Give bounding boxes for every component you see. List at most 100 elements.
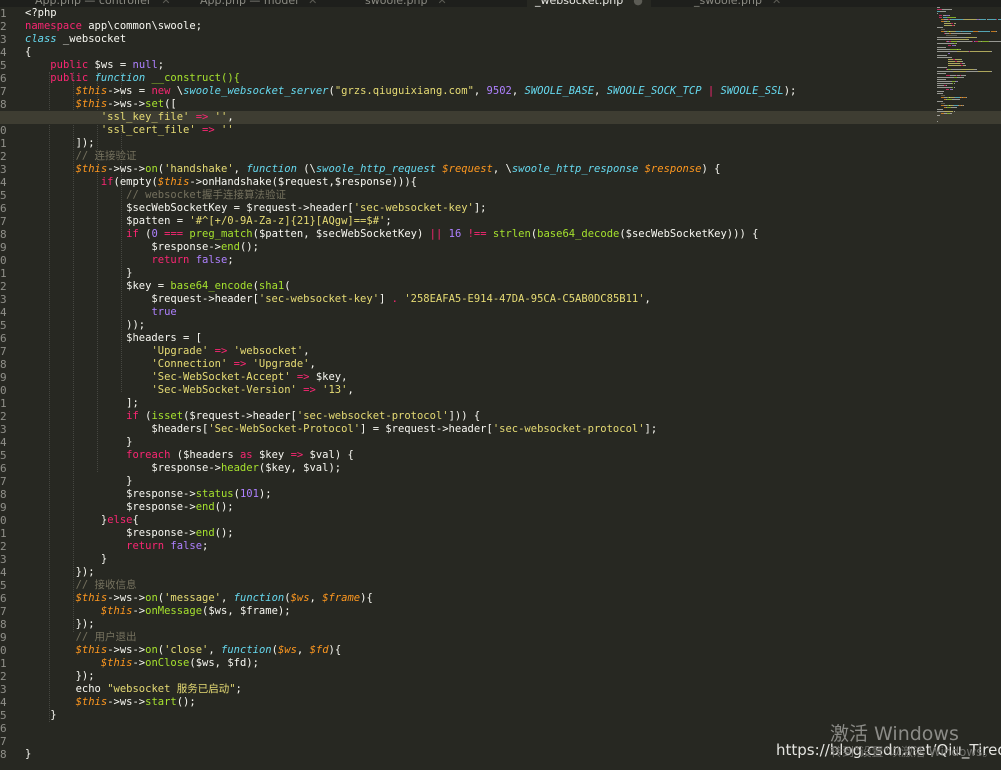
close-icon[interactable]: ✕: [437, 0, 446, 7]
minimap-mark: [937, 49, 950, 50]
line-number: 8: [0, 488, 7, 501]
line-number: 3: [0, 293, 7, 306]
code-line: return false;: [126, 540, 209, 552]
code-line: 'Sec-WebSocket-Accept' => $key,: [151, 371, 348, 383]
line-number: 7: [0, 85, 7, 98]
line-number: 7: [0, 735, 7, 748]
minimap-mark: [965, 65, 967, 66]
line-number: 0: [0, 644, 7, 657]
tab-0[interactable]: App.php — controller ✕: [35, 0, 171, 7]
code-line: 'ssl_cert_file' => '': [100, 124, 234, 136]
minimap-mark: [948, 53, 951, 54]
close-icon[interactable]: ✕: [161, 0, 170, 7]
tab-2[interactable]: swoole.php ✕: [365, 0, 447, 7]
tab-label: App.php — controller: [35, 0, 152, 7]
line-number: 0: [0, 384, 7, 397]
line-number: 8: [0, 98, 7, 111]
line-number: 7: [0, 215, 7, 228]
minimap-mark: [937, 83, 952, 84]
code-line: }: [25, 553, 108, 565]
minimap-mark: [939, 17, 943, 18]
minimap-mark: [957, 51, 968, 52]
code-line: ]);: [25, 137, 95, 149]
minimap-mark: [951, 33, 959, 34]
close-icon[interactable]: ✕: [772, 0, 781, 7]
minimap-mark: [952, 71, 967, 72]
minimap-mark: [954, 45, 956, 46]
minimap-mark: [941, 9, 953, 10]
code-line: // websocket握手连接算法验证: [126, 189, 287, 201]
minimap-mark: [953, 87, 956, 88]
line-number: 8: [0, 618, 7, 631]
code-line: }: [25, 436, 133, 448]
line-number: 6: [0, 722, 7, 735]
code-line: 'Sec-WebSocket-Version' => '13',: [151, 384, 354, 396]
code-line: }: [25, 748, 32, 760]
code-line: }else{: [25, 514, 139, 526]
line-number: 1: [0, 137, 7, 150]
minimap-mark: [937, 67, 947, 68]
minimap-mark: [987, 19, 996, 20]
tab-4[interactable]: _swoole.php ✕: [694, 0, 781, 7]
minimap-mark: [988, 41, 1001, 42]
code-line: if(empty($this->onHandshake($request,$re…: [100, 176, 417, 188]
minimap-mark: [937, 93, 944, 94]
code-line: // 接收信息: [75, 579, 137, 591]
minimap-mark: [981, 41, 989, 42]
minimap-mark: [948, 63, 961, 64]
tab-label: _websocket.php: [535, 0, 624, 7]
line-number: 5: [0, 709, 7, 722]
minimap-mark: [968, 39, 970, 40]
code-line: $patten = '#^[+/0-9A-Za-z]{21}[AQgw]==$#…: [25, 215, 392, 227]
minimap-mark: [950, 113, 952, 114]
minimap-mark: [973, 69, 977, 70]
close-icon[interactable]: ●: [633, 0, 643, 7]
code-line: namespace app\common\swoole;: [25, 20, 203, 32]
code-line: $secWebSocketKey = $request->header['sec…: [25, 202, 487, 214]
minimap-mark: [963, 105, 965, 106]
minimap-mark: [956, 41, 973, 42]
minimap-mark: [950, 69, 961, 70]
code-line: $this->ws->start();: [75, 696, 196, 708]
line-number: 2: [0, 410, 7, 423]
minimap-mark: [955, 43, 958, 44]
line-number: 3: [0, 33, 7, 46]
code-line: $response->header($key, $val);: [25, 462, 342, 474]
code-line: }: [25, 267, 133, 279]
minimap-mark: [937, 101, 944, 102]
minimap-mark: [937, 115, 940, 116]
code-line: echo "websocket 服务已启动";: [25, 683, 242, 695]
code-editor[interactable]: <?php namespace app\common\swoole; class _…: [0, 7, 1001, 770]
line-number: 4: [0, 176, 7, 189]
minimap-mark: [951, 39, 969, 40]
minimap-mark: [941, 103, 946, 104]
minimap-mark: [962, 63, 966, 64]
code-line: }: [25, 709, 57, 721]
line-number: 2: [0, 150, 7, 163]
line-number: 1: [0, 397, 7, 410]
minimap[interactable]: [937, 7, 1001, 132]
tab-1[interactable]: App.php — model ✕: [200, 0, 317, 7]
line-number: 3: [0, 553, 7, 566]
code-line: $response->status(101);: [25, 488, 272, 500]
code-line: $this->ws = new \swoole_websocket_server…: [75, 85, 797, 97]
line-number: 5: [0, 59, 7, 72]
line-number: 5: [0, 189, 7, 202]
minimap-mark: [937, 91, 945, 92]
minimap-mark: [937, 37, 966, 38]
line-number: 9: [0, 371, 7, 384]
code-line: // 连接验证: [75, 150, 137, 162]
line-number: 7: [0, 345, 7, 358]
minimap-mark: [944, 111, 954, 112]
minimap-mark: [939, 11, 946, 12]
minimap-mark: [943, 23, 952, 24]
minimap-mark: [937, 13, 938, 14]
line-number: 4: [0, 46, 7, 59]
close-icon[interactable]: ✕: [308, 0, 317, 7]
minimap-mark: [963, 19, 977, 20]
line-number: 2: [0, 670, 7, 683]
tab-3[interactable]: _websocket.php ●: [527, 0, 651, 7]
line-number: 9: [0, 241, 7, 254]
line-number: 2: [0, 280, 7, 293]
line-number: 5: [0, 449, 7, 462]
